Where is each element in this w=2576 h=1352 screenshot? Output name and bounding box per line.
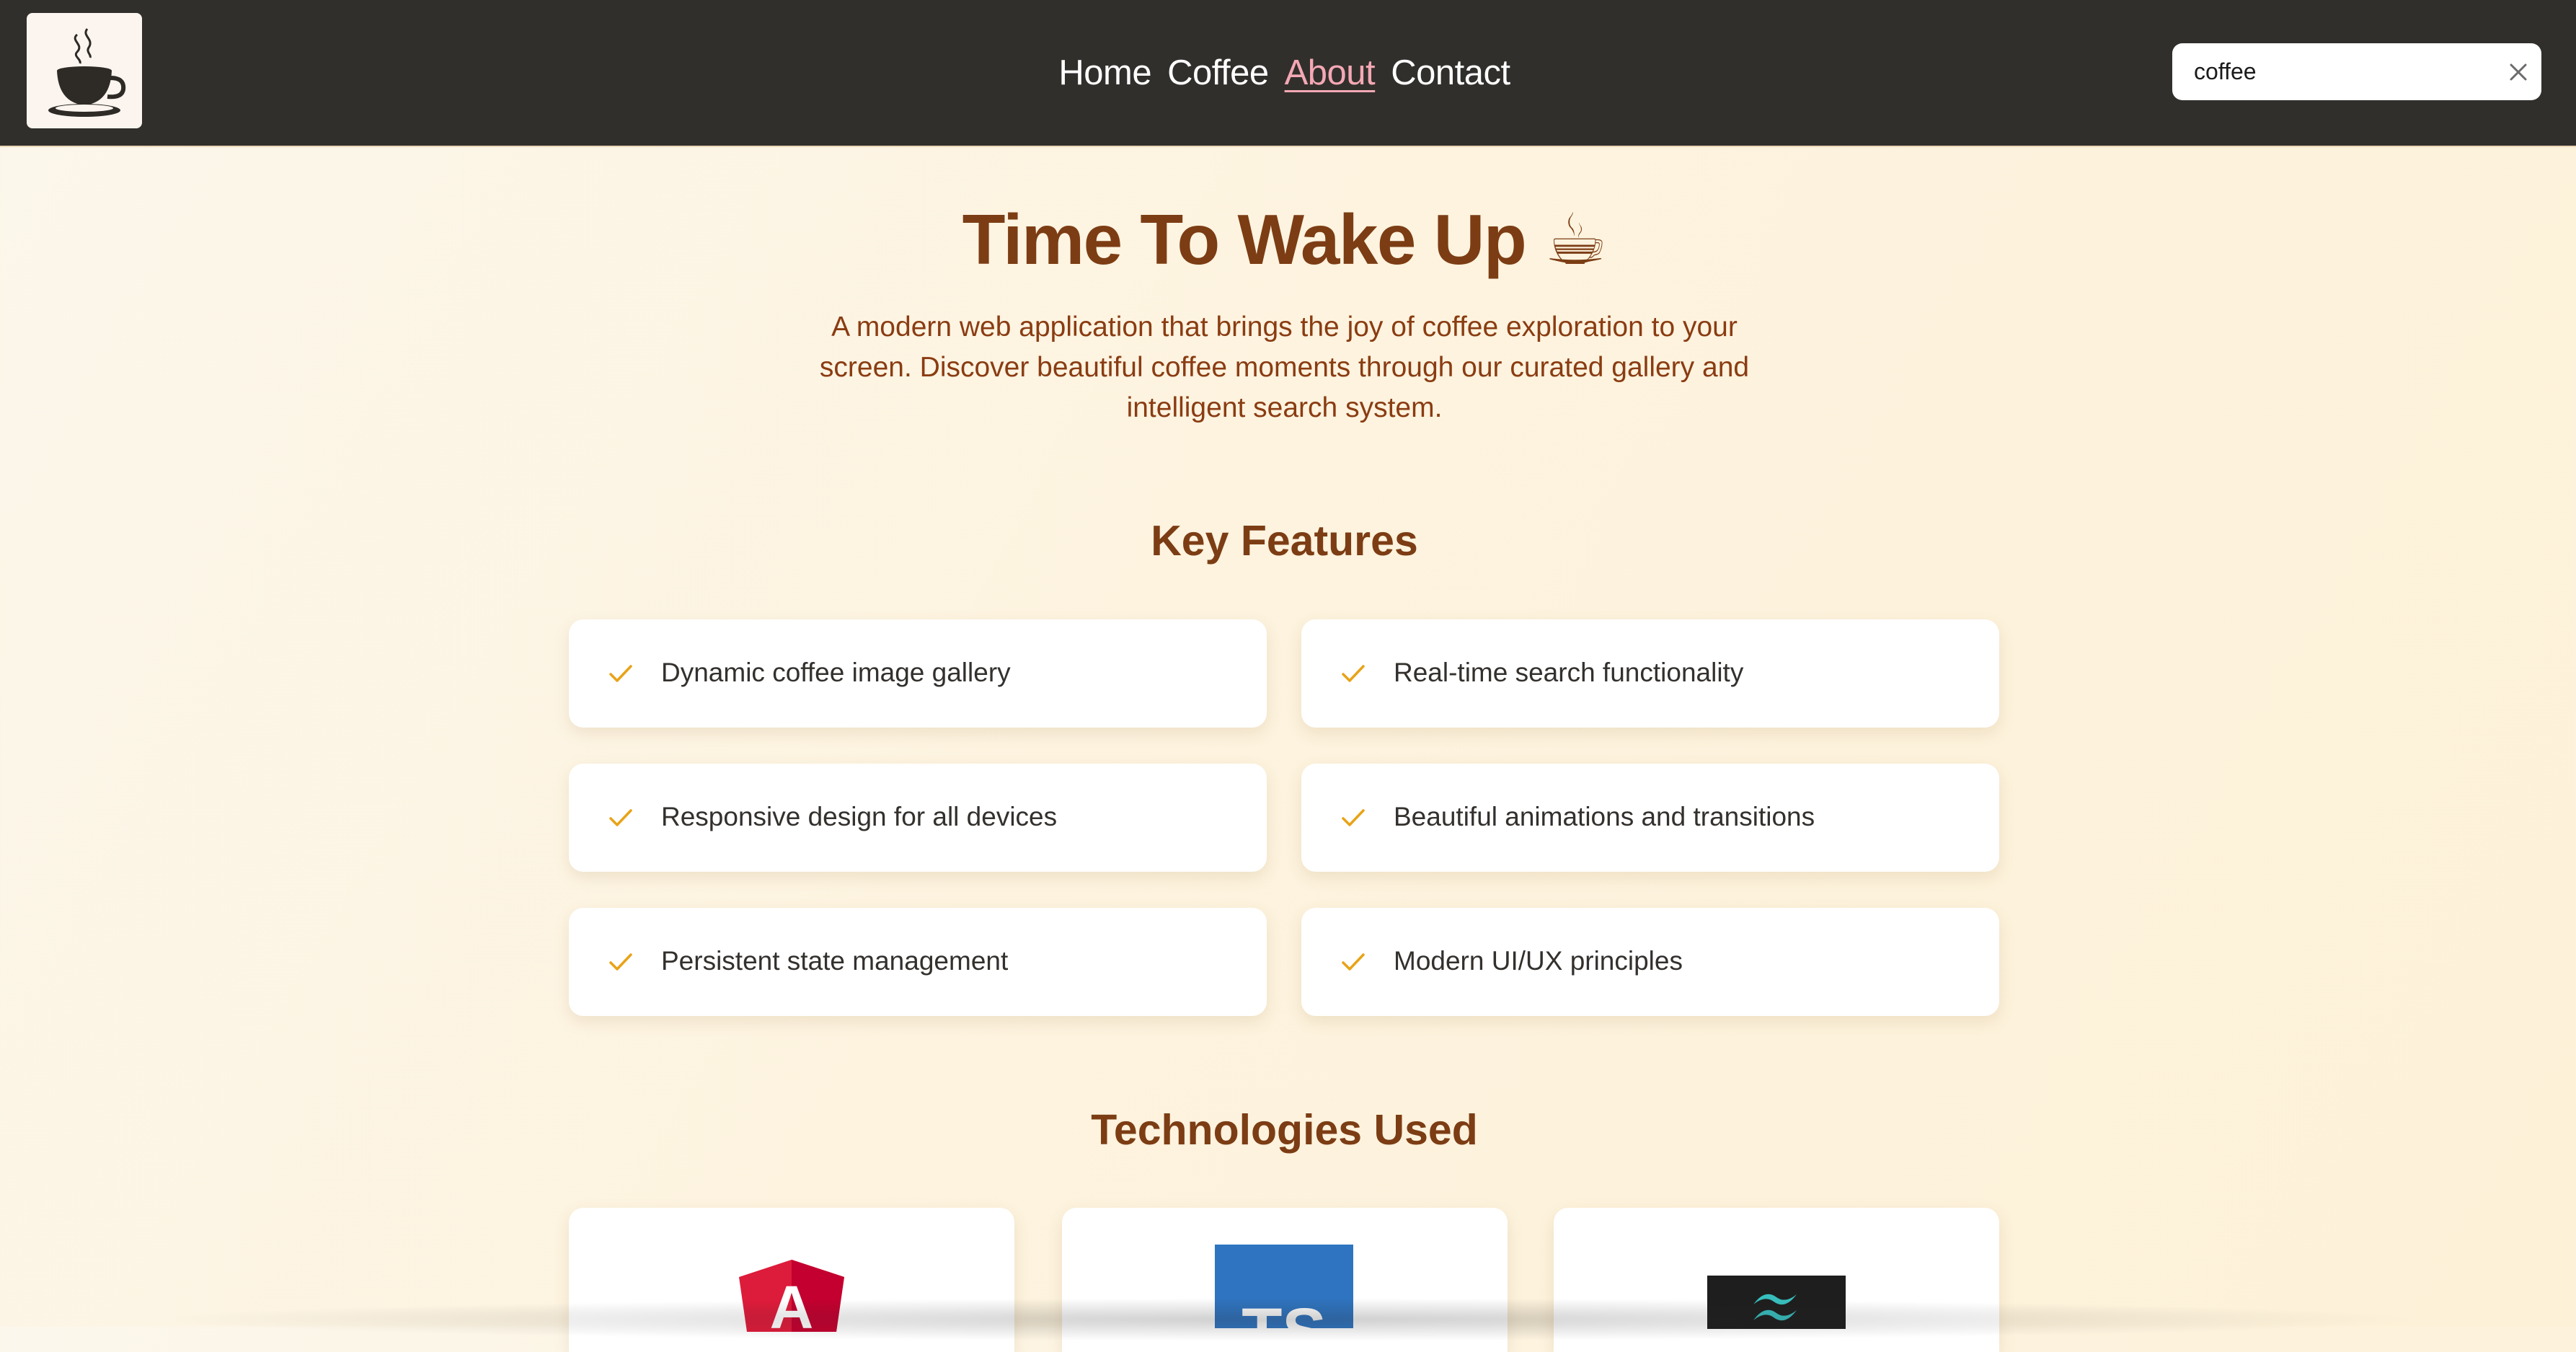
check-icon xyxy=(606,803,635,832)
search-box xyxy=(2172,43,2541,100)
feature-label: Beautiful animations and transitions xyxy=(1394,802,1815,831)
nav-link-coffee[interactable]: Coffee xyxy=(1167,53,1269,92)
nav-link-contact[interactable]: Contact xyxy=(1391,53,1510,92)
feature-label: Dynamic coffee image gallery xyxy=(661,658,1011,687)
page-description: A modern web application that brings the… xyxy=(819,312,1750,423)
check-icon xyxy=(1339,803,1368,832)
top-navbar: Home Coffee About Contact xyxy=(0,0,2576,147)
features-heading: Key Features xyxy=(1151,517,1418,565)
check-icon xyxy=(606,659,635,688)
nav-link-home[interactable]: Home xyxy=(1058,53,1151,92)
check-icon xyxy=(1339,659,1368,688)
feature-label: Real-time search functionality xyxy=(1394,658,1744,687)
feature-label: Modern UI/UX principles xyxy=(1394,946,1683,976)
feature-card: Persistent state management xyxy=(569,908,1267,1016)
feature-label: Persistent state management xyxy=(661,946,1009,976)
nav-link-about[interactable]: About xyxy=(1285,53,1376,92)
search-input[interactable] xyxy=(2194,53,2482,89)
bottom-shadow xyxy=(144,1298,2432,1341)
feature-card: Beautiful animations and transitions xyxy=(1301,764,1999,872)
close-icon[interactable] xyxy=(2504,58,2533,87)
feature-card: Dynamic coffee image gallery xyxy=(569,619,1267,728)
feature-card: Real-time search functionality xyxy=(1301,619,1999,728)
check-icon xyxy=(1339,947,1368,976)
check-icon xyxy=(606,947,635,976)
page-title: Time To Wake Up ☕ xyxy=(962,200,1608,279)
technologies-heading: Technologies Used xyxy=(1091,1106,1478,1154)
feature-label: Responsive design for all devices xyxy=(661,802,1058,831)
feature-card: Responsive design for all devices xyxy=(569,764,1267,872)
feature-card: Modern UI/UX principles xyxy=(1301,908,1999,1016)
